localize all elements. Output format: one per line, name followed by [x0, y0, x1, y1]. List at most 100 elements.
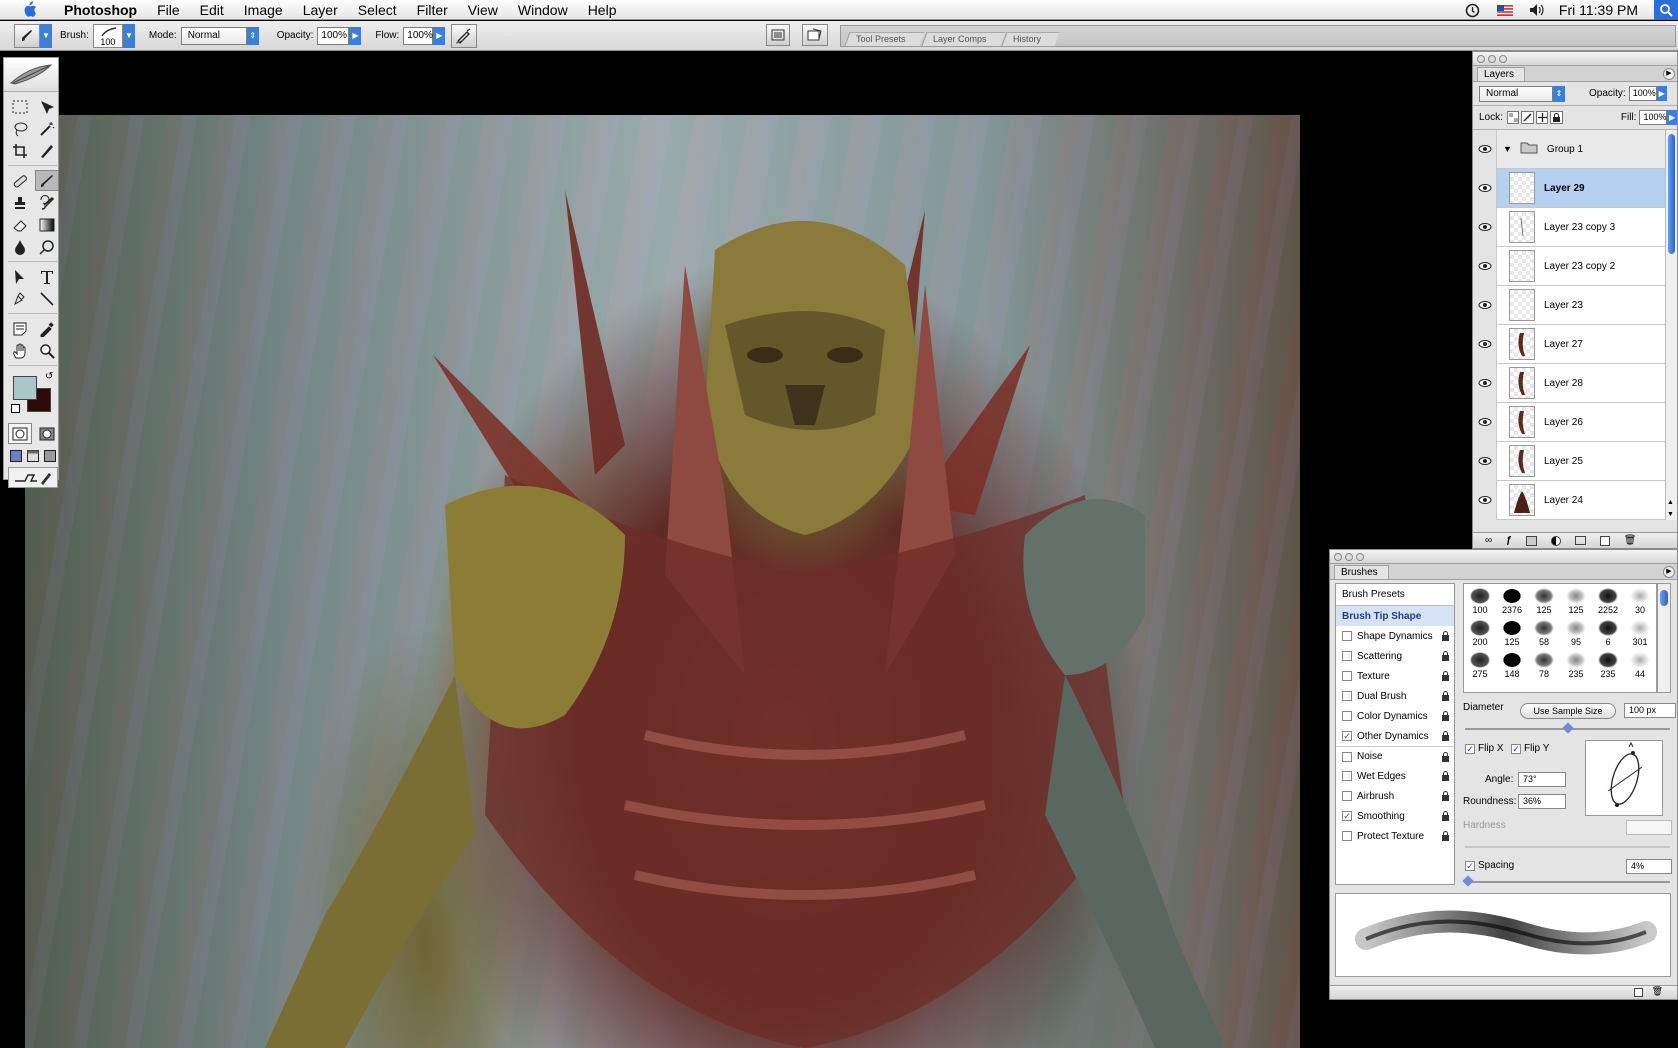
- swap-colors-icon[interactable]: ↺: [45, 371, 53, 382]
- brush-option-protect-texture[interactable]: Protect Texture: [1336, 826, 1454, 846]
- blur-tool[interactable]: [8, 236, 32, 257]
- document-canvas[interactable]: [25, 115, 1300, 1048]
- brush-option-checkbox[interactable]: [1342, 631, 1352, 641]
- brush-preset[interactable]: 6: [1592, 616, 1624, 648]
- brush-option-checkbox[interactable]: [1342, 651, 1352, 661]
- layer-row[interactable]: Layer 23 copy 3: [1473, 207, 1677, 247]
- fill-arrow-icon[interactable]: ▶: [1667, 110, 1678, 125]
- brush-option-checkbox[interactable]: [1342, 711, 1352, 721]
- quick-mask-button[interactable]: [35, 423, 59, 444]
- brush-picker[interactable]: 100 ▼: [92, 23, 135, 48]
- layer-row[interactable]: Layer 23: [1473, 285, 1677, 325]
- brush-presets-item[interactable]: Brush Presets: [1336, 584, 1454, 606]
- apple-icon[interactable]: [18, 0, 40, 20]
- diameter-slider-knob[interactable]: [1562, 722, 1574, 734]
- airbrush-toggle-button[interactable]: [451, 23, 478, 48]
- brush-option-wet-edges[interactable]: Wet Edges: [1336, 766, 1454, 786]
- layer-row[interactable]: Layer 23 copy 2: [1473, 246, 1677, 286]
- brush-preset[interactable]: 235: [1560, 648, 1592, 680]
- spacing-checkbox[interactable]: ✓: [1465, 861, 1475, 871]
- hand-tool[interactable]: [8, 340, 32, 361]
- link-layers-icon[interactable]: ∞: [1485, 535, 1492, 546]
- menu-layer[interactable]: Layer: [293, 0, 348, 20]
- layer-row[interactable]: Layer 25: [1473, 441, 1677, 481]
- flow-input[interactable]: 100%: [403, 26, 434, 45]
- group-expand-triangle-icon[interactable]: ▼: [1503, 144, 1512, 154]
- line-tool[interactable]: [35, 288, 59, 309]
- scroll-up-arrow-icon[interactable]: ▲: [1667, 499, 1674, 506]
- lock-icon[interactable]: [1441, 752, 1450, 762]
- visibility-eye-icon[interactable]: [1473, 480, 1497, 520]
- spotlight-search-icon[interactable]: [1654, 0, 1678, 20]
- visibility-eye-icon[interactable]: [1473, 168, 1497, 208]
- marquee-tool[interactable]: [8, 96, 32, 117]
- brush-option-noise[interactable]: Noise: [1336, 746, 1454, 766]
- lasso-tool[interactable]: [8, 118, 32, 139]
- brush-preset[interactable]: 301: [1624, 616, 1656, 648]
- preset-scroll-thumb[interactable]: [1660, 590, 1668, 606]
- path-selection-tool[interactable]: [8, 266, 32, 287]
- brush-option-color-dynamics[interactable]: Color Dynamics: [1336, 706, 1454, 726]
- brush-preview[interactable]: 100: [92, 23, 123, 48]
- spacing-slider-knob[interactable]: [1462, 875, 1474, 887]
- brush-option-shape-dynamics[interactable]: Shape Dynamics: [1336, 626, 1454, 646]
- flip-y-checkbox[interactable]: ✓: [1511, 744, 1521, 754]
- brush-preset[interactable]: 58: [1528, 616, 1560, 648]
- brush-option-scattering[interactable]: Scattering: [1336, 646, 1454, 666]
- jump-to-imageready-button[interactable]: [8, 467, 58, 488]
- brush-preset[interactable]: 30: [1624, 584, 1656, 616]
- menu-app-photoshop[interactable]: Photoshop: [54, 0, 147, 20]
- layer-blend-mode-select[interactable]: Normal ⇕: [1479, 85, 1565, 102]
- layer-row[interactable]: Layer 26: [1473, 402, 1677, 442]
- move-tool[interactable]: [35, 96, 59, 117]
- brush-option-checkbox[interactable]: [1342, 751, 1352, 762]
- us-flag-icon[interactable]: [1496, 2, 1513, 18]
- brushes-panel-menu-icon[interactable]: ▶: [1663, 566, 1675, 578]
- close-icon[interactable]: [1334, 552, 1342, 561]
- layers-scrollbar[interactable]: ▲ ▼: [1665, 130, 1677, 520]
- brush-option-checkbox[interactable]: [1342, 791, 1352, 801]
- visibility-eye-icon[interactable]: [1473, 363, 1497, 403]
- visibility-eye-icon[interactable]: [1473, 246, 1497, 286]
- angle-input[interactable]: 73°: [1518, 772, 1566, 787]
- crop-tool[interactable]: [8, 140, 32, 161]
- foreground-color-swatch[interactable]: [13, 376, 37, 400]
- tool-preset-dropdown-icon[interactable]: ▼: [40, 23, 52, 48]
- well-tab-layer-comps[interactable]: Layer Comps: [920, 32, 1005, 46]
- roundness-input[interactable]: 36%: [1518, 794, 1566, 809]
- brush-option-dual-brush[interactable]: Dual Brush: [1336, 686, 1454, 706]
- notes-tool[interactable]: [8, 318, 32, 339]
- menu-clock[interactable]: Fri 11:39 PM: [1553, 2, 1654, 18]
- visibility-eye-icon[interactable]: [1473, 207, 1497, 247]
- brush-option-checkbox[interactable]: ✓: [1342, 811, 1352, 821]
- layer-group-row[interactable]: ▼ Group 1: [1473, 130, 1677, 169]
- menu-file[interactable]: File: [147, 0, 190, 20]
- eyedropper-tool[interactable]: [35, 318, 59, 339]
- adjustment-layer-icon[interactable]: [1550, 535, 1561, 546]
- brush-option-smoothing[interactable]: ✓ Smoothing: [1336, 806, 1454, 826]
- mode-select-arrow-icon[interactable]: ⇕: [246, 26, 259, 45]
- brush-preset[interactable]: 95: [1560, 616, 1592, 648]
- brush-preset[interactable]: 44: [1624, 648, 1656, 680]
- close-icon[interactable]: [1477, 54, 1485, 63]
- lock-all-icon[interactable]: [1550, 111, 1563, 124]
- brush-preset[interactable]: 148: [1496, 648, 1528, 680]
- lock-icon[interactable]: [1441, 791, 1450, 801]
- menu-filter[interactable]: Filter: [407, 0, 458, 20]
- brush-tool[interactable]: [35, 170, 59, 191]
- flow-slider-arrow-icon[interactable]: ▶: [433, 26, 446, 45]
- lock-icon[interactable]: [1441, 691, 1450, 701]
- layer-row[interactable]: Layer 29: [1473, 168, 1677, 208]
- lock-icon[interactable]: [1441, 831, 1450, 841]
- brush-tool-preset-icon[interactable]: [14, 23, 40, 48]
- zoom-tool[interactable]: [35, 340, 59, 361]
- brush-option-other-dynamics[interactable]: ✓ Other Dynamics: [1336, 726, 1454, 746]
- lock-icon[interactable]: [1441, 671, 1450, 681]
- visibility-eye-icon[interactable]: [1473, 324, 1497, 364]
- brush-preset[interactable]: 78: [1528, 648, 1560, 680]
- new-brush-icon[interactable]: [1634, 988, 1643, 997]
- visibility-eye-icon[interactable]: [1473, 285, 1497, 325]
- eraser-tool[interactable]: [8, 214, 32, 235]
- fill-input[interactable]: 100%: [1639, 110, 1668, 125]
- zoom-icon[interactable]: [1499, 54, 1507, 63]
